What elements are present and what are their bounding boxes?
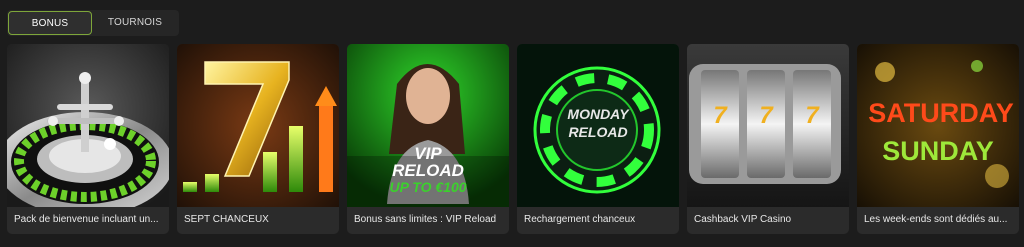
bonus-card-cashback[interactable]: 7 7 7 Cashback VIP Casino [687, 44, 849, 234]
card-title: Rechargement chanceux [524, 214, 636, 225]
slot-reels-image: 7 7 7 [687, 44, 849, 207]
promo-text-saturday: SATURDAY [868, 98, 1014, 128]
weekend-banner-image: SATURDAY SUNDAY [857, 44, 1019, 207]
bonus-card-monday-reload[interactable]: MONDAY RELOAD Rechargement chanceux [517, 44, 679, 234]
golden-seven-image [177, 44, 339, 207]
promo-text-reload: RELOAD [392, 161, 464, 180]
card-title: Cashback VIP Casino [694, 214, 792, 225]
bonus-card-list: Pack de bienvenue incluant un... SEPT CH… [7, 44, 1019, 234]
card-title: SEPT CHANCEUX [184, 214, 269, 225]
vip-reload-image: VIP RELOAD UP TO €100 [347, 44, 509, 207]
bonus-card-sept-chanceux[interactable]: SEPT CHANCEUX [177, 44, 339, 234]
neon-chip-image: MONDAY RELOAD [517, 44, 679, 207]
roulette-wheel-image [7, 44, 169, 207]
reel-symbol-1: 7 [713, 102, 727, 129]
card-title: Pack de bienvenue incluant un... [14, 214, 159, 225]
promo-text-monday: MONDAY [567, 106, 629, 122]
promo-text-reload: RELOAD [568, 124, 628, 140]
reel-symbol-3: 7 [805, 102, 819, 129]
bonus-card-weekend[interactable]: SATURDAY SUNDAY Les week-ends sont dédié… [857, 44, 1019, 234]
tab-tournois[interactable]: TOURNOIS [92, 10, 178, 34]
reel-symbol-2: 7 [759, 102, 773, 129]
tab-bonus[interactable]: BONUS [8, 11, 92, 35]
promo-text-amount: UP TO €100 [389, 179, 467, 195]
promo-text-sunday: SUNDAY [882, 136, 994, 166]
bonus-card-welcome-pack[interactable]: Pack de bienvenue incluant un... [7, 44, 169, 234]
bonus-card-vip-reload[interactable]: VIP RELOAD UP TO €100 Bonus sans limites… [347, 44, 509, 234]
card-title: Les week-ends sont dédiés au... [864, 214, 1008, 225]
tab-bar: BONUS TOURNOIS [7, 10, 179, 36]
card-title: Bonus sans limites : VIP Reload [354, 214, 497, 225]
